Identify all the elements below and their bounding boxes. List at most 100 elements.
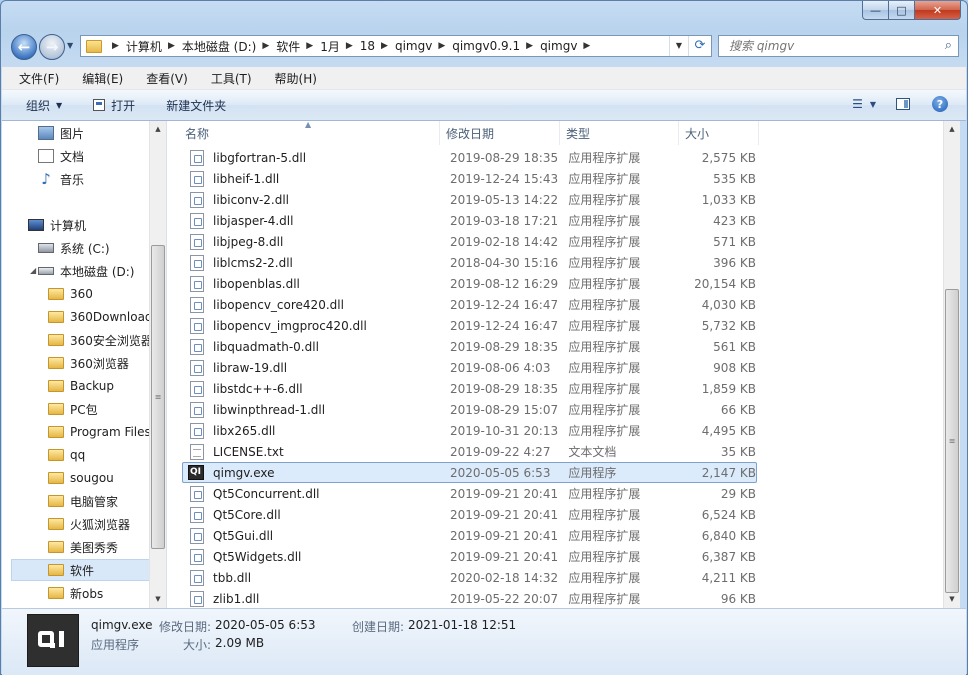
preview-pane-icon[interactable] [896,98,910,110]
menu-edit[interactable]: 编辑(E) [65,70,129,87]
address-bar[interactable]: ▶ 计算机 ▶ 本地磁盘 (D:) ▶ 软件 ▶ 1月 ▶ 18 ▶ qimgv ▶ qim… [80,35,712,57]
file-row[interactable]: libgfortran-5.dll 2019-08-29 18:35 应用程序扩展 2… [182,147,757,168]
chevron-right-icon[interactable]: ▶ [346,41,353,51]
chevron-right-icon[interactable]: ▶ [262,41,269,51]
menu-tools[interactable]: 工具(T) [194,70,258,87]
scroll-down-arrow-icon[interactable]: ▼ [150,591,166,608]
scroll-down-arrow-icon[interactable]: ▼ [944,591,960,608]
file-row[interactable]: zlib1.dll 2019-05-22 20:07 应用程序扩展 96 KB [182,588,757,608]
column-header-type[interactable]: 类型 [560,121,679,145]
breadcrumb-item[interactable]: 本地磁盘 (D:) ▶ [182,38,276,55]
file-row[interactable]: libopencv_imgproc420.dll 2019-12-24 16:47… [182,315,757,336]
nav-folder[interactable]: 美图秀秀 [48,537,118,557]
chevron-right-icon[interactable]: ▶ [306,41,313,51]
new-folder-button[interactable]: 新建文件夹 [166,97,226,114]
file-name: libjasper-4.dll [213,213,294,228]
file-row[interactable]: libopenblas.dll 2019-08-12 16:29 应用程序扩展 20,… [182,273,757,294]
file-row[interactable]: libiconv-2.dll 2019-05-13 14:22 应用程序扩展 1,03… [182,189,757,210]
scroll-up-arrow-icon[interactable]: ▲ [150,121,166,138]
chevron-right-icon[interactable]: ▶ [438,41,445,51]
scroll-up-arrow-icon[interactable]: ▲ [944,121,960,138]
file-row[interactable]: libjpeg-8.dll 2019-02-18 14:42 应用程序扩展 571 K… [182,231,757,252]
nav-scrollbar[interactable]: ▲ ≡ ▼ [149,121,166,608]
search-input[interactable] [727,38,941,54]
breadcrumb-item[interactable]: qimgv ▶ [540,39,597,53]
view-options-dropdown[interactable]: ▼ [870,100,876,109]
file-row[interactable]: Qt5Concurrent.dll 2019-09-21 20:41 应用程序扩展 2… [182,483,757,504]
breadcrumb-item[interactable]: 计算机 ▶ [126,38,182,55]
nav-folder[interactable]: Backup [48,376,114,396]
file-list-scrollbar[interactable]: ▲ ≡ ▼ [943,121,960,608]
file-row[interactable]: tbb.dll 2020-02-18 14:32 应用程序扩展 4,211 KB [182,567,757,588]
chevron-right-icon[interactable]: ▶ [168,41,175,51]
file-row[interactable]: libwinpthread-1.dll 2019-08-29 15:07 应用程序扩… [182,399,757,420]
nav-item-drive-d[interactable]: 本地磁盘 (D:) [38,261,134,281]
nav-folder[interactable]: 电脑管家 [48,491,118,511]
close-button[interactable]: ✕ [915,1,961,20]
nav-folder-selected[interactable]: 软件 [11,559,150,581]
column-header-size[interactable]: 大小 [679,121,759,145]
breadcrumb-root-arrow[interactable]: ▶ [106,41,126,51]
nav-folder[interactable]: 360Download [48,307,153,327]
search-box[interactable]: ⌕ [718,35,959,57]
breadcrumb-item[interactable]: 18 ▶ [360,39,395,53]
file-row[interactable]: Qt5Core.dll 2019-09-21 20:41 应用程序扩展 6,524 K… [182,504,757,525]
chevron-right-icon[interactable]: ▶ [381,41,388,51]
nav-item-pictures[interactable]: 图片 [38,123,84,143]
breadcrumb-item[interactable]: qimgv ▶ [395,39,452,53]
nav-item-drive-c[interactable]: 系统 (C:) [38,238,110,258]
file-row[interactable]: Qt5Gui.dll 2019-09-21 20:41 应用程序扩展 6,840 KB [182,525,757,546]
file-row[interactable]: libquadmath-0.dll 2019-08-29 18:35 应用程序扩展 5… [182,336,757,357]
file-type: 应用程序扩展 [568,193,641,207]
file-row[interactable]: libraw-19.dll 2019-08-06 4:03 应用程序扩展 908 KB [182,357,757,378]
breadcrumb-item[interactable]: 1月 ▶ [320,38,360,55]
nav-folder[interactable]: PC包 [48,399,98,419]
minimize-button[interactable]: — [862,1,889,20]
nav-folder[interactable]: sougou [48,468,114,488]
nav-item-computer[interactable]: 计算机 [28,215,86,235]
file-row[interactable]: liblcms2-2.dll 2018-04-30 15:16 应用程序扩展 396 … [182,252,757,273]
maximize-button[interactable]: □ [889,1,915,20]
nav-folder[interactable]: 火狐浏览器 [48,514,130,534]
breadcrumb-item[interactable]: qimgv0.9.1 ▶ [452,39,540,53]
file-row[interactable]: Qt5Widgets.dll 2019-09-21 20:41 应用程序扩展 6,38… [182,546,757,567]
chevron-right-icon[interactable]: ▶ [583,41,590,51]
nav-folder[interactable]: Program Files [48,422,151,442]
file-row[interactable]: libheif-1.dll 2019-12-24 15:43 应用程序扩展 535 K… [182,168,757,189]
menu-file[interactable]: 文件(F) [2,70,65,87]
column-header-name[interactable]: ▲ 名称 [167,121,440,145]
expand-triangle-icon[interactable]: ◢ [30,266,36,275]
file-row[interactable]: libstdc++-6.dll 2019-08-29 18:35 应用程序扩展 1,8… [182,378,757,399]
view-details-icon[interactable]: ☰ [852,97,863,111]
file-name: libiconv-2.dll [213,192,290,207]
refresh-button[interactable]: ⟳ [688,36,711,56]
chevron-right-icon[interactable]: ▶ [526,41,533,51]
file-row[interactable]: libopencv_core420.dll 2019-12-24 16:47 应用程… [182,294,757,315]
nav-folder[interactable]: 新obs [48,583,103,603]
menu-view[interactable]: 查看(V) [129,70,194,87]
recent-pages-dropdown[interactable]: ▼ [67,41,77,53]
nav-scroll-thumb[interactable]: ≡ [151,245,165,549]
search-icon[interactable]: ⌕ [945,38,952,53]
file-row-selected[interactable]: qimgv.exe 2020-05-05 6:53 应用程序 2,147 KB [182,462,757,483]
menu-help[interactable]: 帮助(H) [258,70,323,87]
file-row[interactable]: LICENSE.txt 2019-09-22 4:27 文本文档 35 KB [182,441,757,462]
breadcrumb-item[interactable]: 软件 ▶ [276,38,320,55]
nav-folder[interactable]: 360浏览器 [48,353,129,373]
forward-button[interactable]: → [39,34,65,60]
nav-folder[interactable]: 360安全浏览器 [48,330,153,350]
nav-folder[interactable]: qq [48,445,85,465]
help-icon[interactable]: ? [932,96,948,112]
open-button[interactable]: 打开 [93,97,135,114]
file-row[interactable]: libx265.dll 2019-10-31 20:13 应用程序扩展 4,495 K… [182,420,757,441]
file-row[interactable]: libjasper-4.dll 2019-03-18 17:21 应用程序扩展 423… [182,210,757,231]
address-history-dropdown[interactable]: ▼ [669,36,688,56]
nav-item-documents[interactable]: 文档 [38,146,84,166]
nav-folder[interactable]: 360 [48,284,93,304]
organize-button[interactable]: 组织 ▼ [26,97,62,114]
column-header-date[interactable]: 修改日期 [440,121,560,145]
file-list-scroll-thumb[interactable]: ≡ [945,289,959,593]
nav-item-music[interactable]: ♪ 音乐 [38,169,84,189]
file-type: 应用程序 [568,466,617,480]
back-button[interactable]: ← [11,34,37,60]
